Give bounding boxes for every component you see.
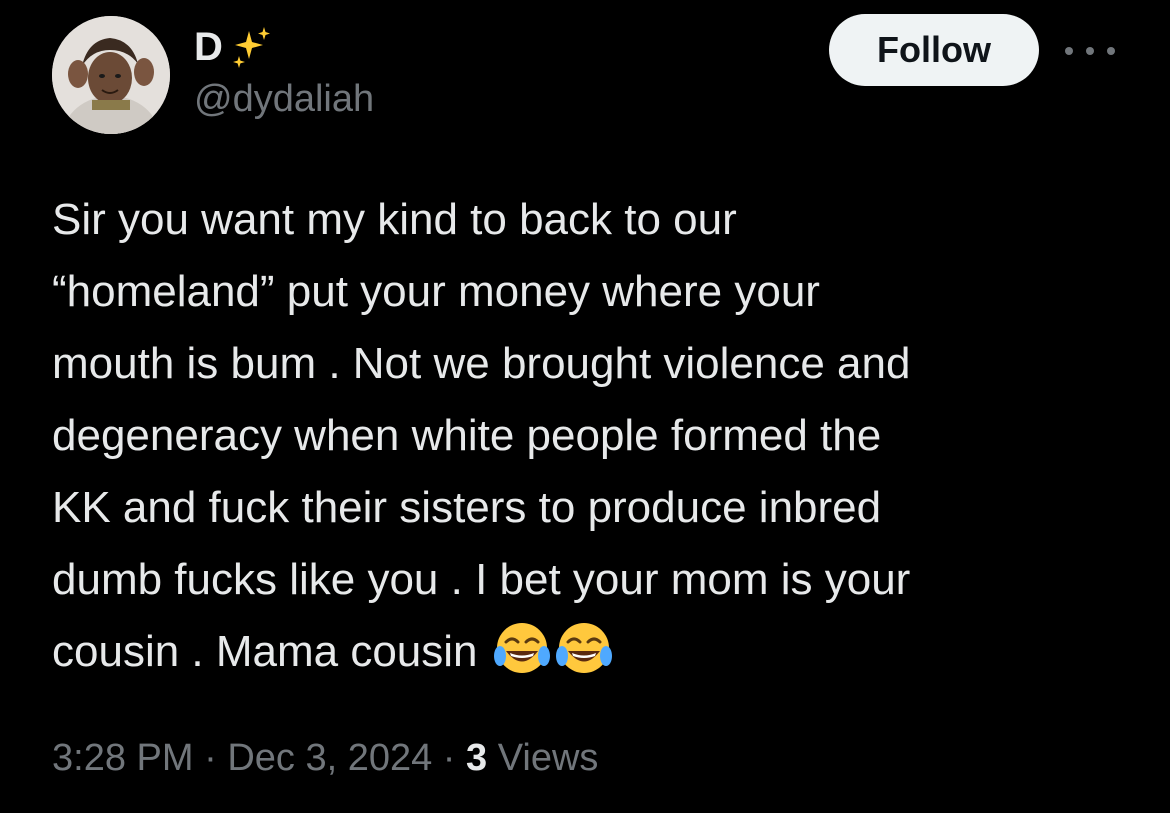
tweet-card: D @dydaliah Follow Sir you want my kind …: [0, 0, 1170, 813]
tweet-time[interactable]: 3:28 PM: [52, 737, 194, 779]
author-display-name[interactable]: D: [194, 27, 223, 67]
tweet-meta: 3:28 PM · Dec 3, 2024 · 3 Views: [52, 734, 598, 782]
views-count[interactable]: 3: [466, 737, 487, 779]
tweet-text: Sir you want my kind to back to our “hom…: [52, 184, 1142, 688]
tweet-last-line: cousin . Mama cousin: [52, 616, 1142, 688]
face-with-tears-of-joy-icon: [555, 623, 612, 673]
follow-button[interactable]: Follow: [829, 14, 1039, 86]
more-dot: [1107, 47, 1115, 55]
avatar[interactable]: [52, 16, 170, 134]
face-with-tears-of-joy-icon: [493, 623, 550, 673]
tweet-line: degeneracy when white people formed the: [52, 411, 882, 460]
meta-separator: ·: [193, 737, 228, 779]
tweet-line: dumb fucks like you . I bet your mom is …: [52, 555, 911, 604]
avatar-photo: [52, 16, 170, 134]
sparkles-icon: [232, 27, 270, 68]
more-horizontal-icon[interactable]: [1065, 42, 1115, 60]
tweet-line: mouth is bum . Not we brought violence a…: [52, 339, 911, 388]
author-name-row[interactable]: D: [194, 22, 275, 72]
more-dot: [1065, 47, 1073, 55]
views-label[interactable]: Views: [487, 737, 599, 779]
tweet-line-text: cousin . Mama cousin: [52, 627, 478, 676]
author-handle[interactable]: @dydaliah: [194, 80, 374, 118]
more-dot: [1086, 47, 1094, 55]
tweet-line: KK and fuck their sisters to produce inb…: [52, 483, 882, 532]
tweet-line: “homeland” put your money where your: [52, 267, 820, 316]
tweet-line: Sir you want my kind to back to our: [52, 195, 737, 244]
tweet-date[interactable]: Dec 3, 2024: [227, 737, 432, 779]
meta-separator: ·: [432, 737, 467, 779]
